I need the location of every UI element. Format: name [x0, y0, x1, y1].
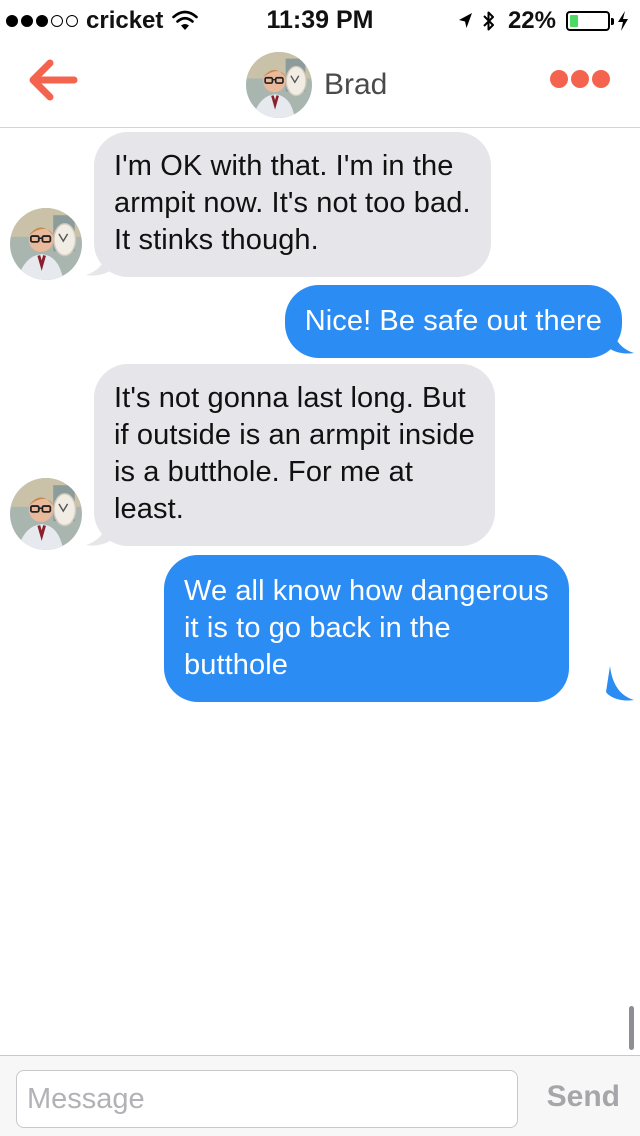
- status-bar: cricket 11:39 PM 22%: [0, 0, 640, 40]
- back-button[interactable]: [26, 58, 78, 102]
- bubble-tail: [606, 319, 634, 354]
- sender-avatar: [10, 208, 82, 280]
- message-line: We all know how dangerous: [184, 575, 549, 607]
- message-bubble-outgoing[interactable]: We all know how dangerous it is to go ba…: [164, 555, 569, 702]
- bubble-tail: [606, 666, 634, 701]
- message-line: it is to go back in the: [184, 612, 451, 644]
- message-line: is a butthole. For me at: [114, 456, 413, 488]
- more-dots-icon: [571, 70, 589, 88]
- more-dots-icon: [592, 70, 610, 88]
- message-line: armpit now. It's not too bad.: [114, 187, 471, 219]
- nav-bar: Brad: [0, 40, 640, 128]
- message-bubble-incoming[interactable]: It's not gonna last long. But if outside…: [94, 364, 495, 546]
- arrow-left-icon: [29, 59, 78, 101]
- message-input[interactable]: [16, 1070, 518, 1128]
- message-line: butthole: [184, 649, 288, 681]
- contact-header[interactable]: Brad: [246, 52, 387, 118]
- message-line: I'm OK with that. I'm in the: [114, 150, 454, 182]
- sender-avatar: [10, 478, 82, 550]
- message-line: It's not gonna last long. But: [114, 382, 466, 414]
- message-line: Nice! Be safe out there: [304, 305, 602, 337]
- charging-bolt-icon: [618, 11, 628, 31]
- battery-percentage: 22%: [507, 7, 556, 34]
- battery-icon: [566, 11, 614, 31]
- more-options-button[interactable]: [550, 70, 610, 88]
- message-bubble-incoming[interactable]: I'm OK with that. I'm in the armpit now.…: [94, 132, 491, 277]
- composer-bar: Send: [0, 1055, 640, 1136]
- more-dots-icon: [550, 70, 568, 88]
- send-button[interactable]: Send: [547, 1080, 620, 1114]
- bluetooth-icon: [483, 11, 494, 31]
- message-line: It stinks though.: [114, 224, 319, 256]
- message-bubble-outgoing[interactable]: Nice! Be safe out there: [284, 285, 622, 358]
- status-right: 22%: [456, 7, 630, 34]
- location-arrow-icon: [458, 13, 472, 28]
- scroll-indicator[interactable]: [629, 1006, 634, 1050]
- message-line: if outside is an armpit inside: [114, 419, 475, 451]
- contact-avatar: [246, 52, 312, 118]
- message-thread[interactable]: I'm OK with that. I'm in the armpit now.…: [0, 129, 640, 1055]
- message-line: least.: [114, 493, 184, 525]
- battery-level: [570, 15, 578, 27]
- contact-name: Brad: [324, 68, 388, 101]
